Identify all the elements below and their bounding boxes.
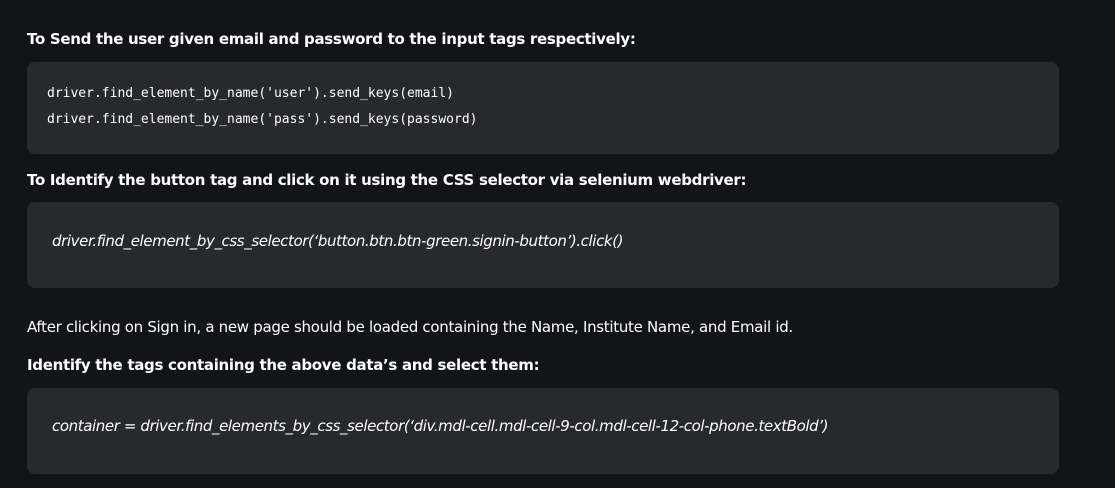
code-block-click: driver.find_element_by_css_selector(‘but… [27, 202, 1059, 288]
code-line-container: container = driver.find_elements_by_css_… [52, 417, 829, 435]
code-line-user: driver.find_element_by_name('user').send… [47, 86, 454, 101]
paragraph-after-sign-in: After clicking on Sign in, a new page sh… [27, 318, 793, 336]
code-block-container: container = driver.find_elements_by_css_… [27, 388, 1059, 474]
section-heading-click-button: To Identify the button tag and click on … [27, 171, 747, 189]
code-line-click: driver.find_element_by_css_selector(‘but… [52, 232, 624, 250]
code-line-pass: driver.find_element_by_name('pass').send… [47, 112, 478, 127]
code-block-send-keys: driver.find_element_by_name('user').send… [27, 62, 1059, 154]
section-heading-send-credentials: To Send the user given email and passwor… [27, 30, 636, 48]
section-heading-identify-tags: Identify the tags containing the above d… [27, 356, 540, 374]
